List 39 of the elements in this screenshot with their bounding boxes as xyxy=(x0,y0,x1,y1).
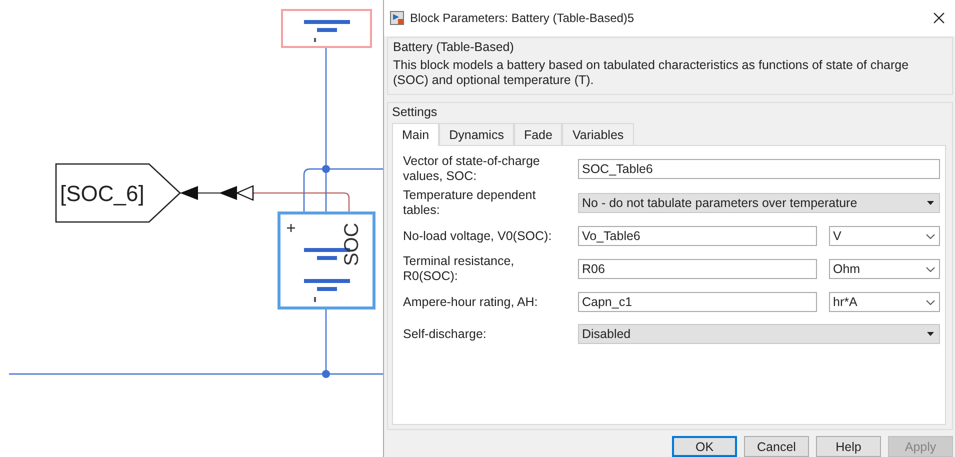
dropdown[interactable]: No - do not tabulate parameters over temperature xyxy=(578,193,940,213)
battery-block[interactable] xyxy=(281,9,372,48)
unit-dropdown[interactable]: V xyxy=(829,226,940,246)
chevron-icon xyxy=(926,234,935,238)
input-field[interactable]: Vo_Table6 xyxy=(578,226,817,246)
dialog-button[interactable]: Help xyxy=(816,436,881,457)
junction-dot xyxy=(322,165,330,173)
tab[interactable]: Variables xyxy=(562,123,634,145)
parameter-label: Self-discharge: xyxy=(403,326,488,342)
input-field[interactable]: SOC_Table6 xyxy=(578,159,940,179)
input-field[interactable]: Capn_c1 xyxy=(578,292,817,312)
chevron-icon xyxy=(926,300,935,304)
group-title: Settings xyxy=(392,105,438,119)
goto-block[interactable]: [SOC_6] xyxy=(55,163,181,223)
dialog-button[interactable]: Cancel xyxy=(744,436,809,457)
input-field[interactable]: R06 xyxy=(578,259,817,279)
parameter-label: Vector of state-of-charge values, SOC: xyxy=(403,154,541,184)
window-title: Block Parameters: Battery (Table-Based)5 xyxy=(410,11,636,25)
caret-icon xyxy=(927,201,934,205)
caret-icon xyxy=(927,332,934,336)
parameter-label: No-load voltage, V0(SOC): xyxy=(403,228,553,244)
arrow-icon xyxy=(180,185,254,201)
dialog-button[interactable]: OK xyxy=(672,436,737,457)
tab[interactable]: Main xyxy=(392,123,440,146)
app-icon xyxy=(390,11,404,25)
group-title: Battery (Table-Based) xyxy=(393,40,515,54)
parameter-label: Terminal resistance, R0(SOC): xyxy=(403,254,516,284)
parameter-label: Ampere-hour rating, AH: xyxy=(403,294,539,310)
tab[interactable]: Fade xyxy=(514,123,562,145)
dropdown[interactable]: Disabled xyxy=(578,324,940,344)
close-icon[interactable] xyxy=(933,12,945,24)
battery-block[interactable]: SOC xyxy=(278,212,376,310)
unit-dropdown[interactable]: hr*A xyxy=(829,292,940,312)
tab[interactable]: Dynamics xyxy=(439,123,514,145)
junction-dot xyxy=(322,370,330,378)
parameter-label: Temperature dependent tables: xyxy=(403,188,537,218)
block-description: This block models a battery based on tabulated characteristics as functions of state of charge (SOC) and optional temperature (T). xyxy=(393,58,910,88)
unit-dropdown[interactable]: Ohm xyxy=(829,259,940,279)
chevron-icon xyxy=(926,266,935,272)
